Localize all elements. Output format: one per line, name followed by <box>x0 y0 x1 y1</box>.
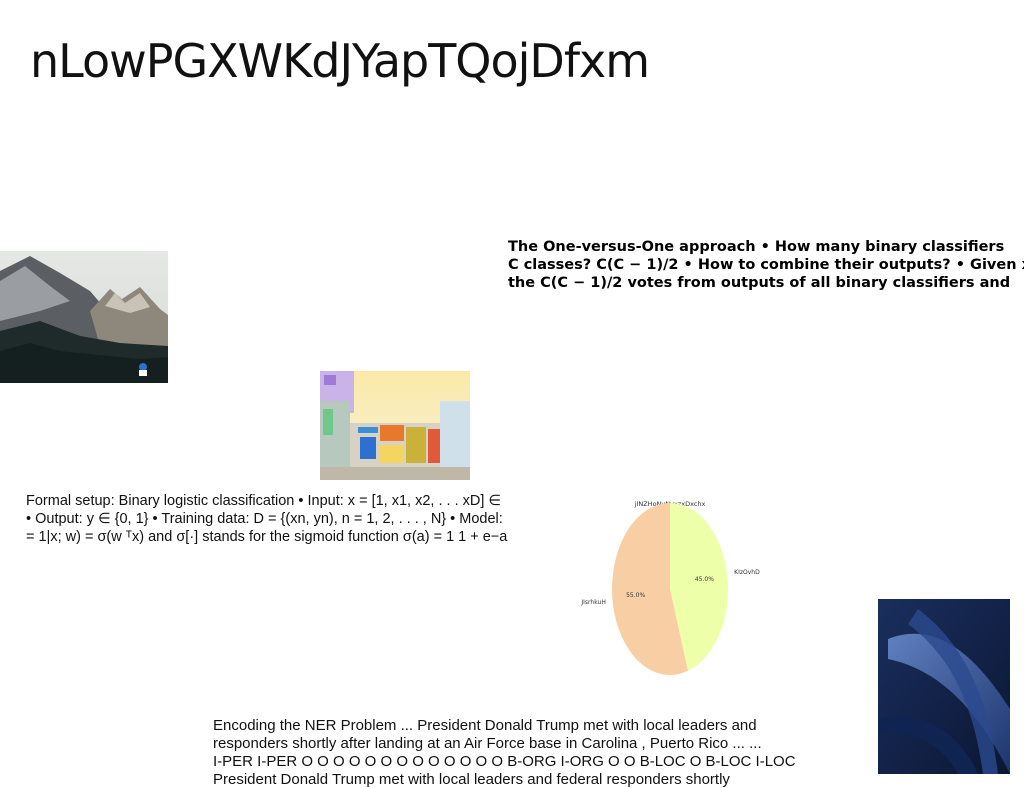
pie-chart: jINZHoNyNvxzxDxchx 45.0%KIzOvhD55.0%JIsr… <box>575 494 775 684</box>
text-line: responders shortly after landing at an A… <box>213 735 762 752</box>
text-line: President Donald Trump met with local le… <box>213 771 730 788</box>
abstract-blue-wallpaper <box>878 599 1010 774</box>
pie-category-label: JIsrhkuH <box>580 599 605 606</box>
text-line: Encoding the NER Problem ... President D… <box>213 717 757 734</box>
text-line: • Output: y ∈ {0, 1} • Training data: D … <box>26 511 503 527</box>
ner-encoding-text: Encoding the NER Problem ... President D… <box>213 717 803 788</box>
text-line: Formal setup: Binary logistic classifica… <box>26 493 502 509</box>
text-line: The One-versus-One approach • How many b… <box>508 239 1005 255</box>
city-building-photo <box>320 371 470 480</box>
pie-value-label: 55.0% <box>626 592 645 599</box>
text-line: the C(C − 1)/2 votes from outputs of all… <box>508 275 1011 291</box>
formal-setup-text: Formal setup: Binary logistic classifica… <box>26 492 556 546</box>
mountain-photo <box>0 251 168 383</box>
text-line: I-PER I-PER O O O O O O O O O O O O O B-… <box>213 753 796 770</box>
text-line: C classes? C(C − 1)/2 • How to combine t… <box>508 257 1024 273</box>
pie-value-label: 45.0% <box>695 576 714 583</box>
one-versus-one-text: The One-versus-One approach • How many b… <box>508 238 1024 292</box>
page-title: nLowPGXWKdJYapTQojDfxm <box>30 34 650 88</box>
pie-category-label: KIzOvhD <box>734 569 760 576</box>
text-line: = 1|x; w) = σ(w ᵀx) and σ[·] stands for … <box>26 529 508 545</box>
